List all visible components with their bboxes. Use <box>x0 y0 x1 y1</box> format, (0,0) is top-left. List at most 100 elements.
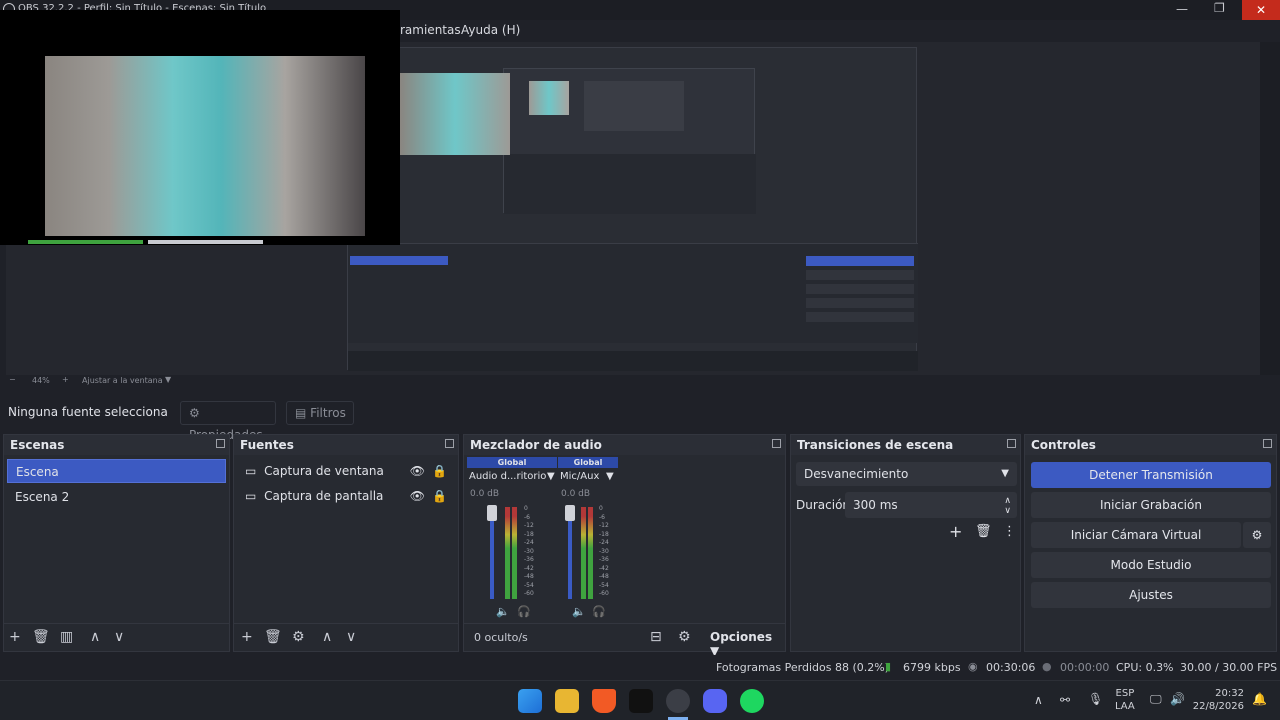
start-vcam-button[interactable]: Iniciar Cámara Virtual <box>1031 522 1241 548</box>
float-icon[interactable] <box>445 439 454 448</box>
microphone-icon[interactable]: 🎙 <box>1088 692 1103 706</box>
gear-icon[interactable]: ⚙ <box>678 629 691 645</box>
chevron-down-icon[interactable]: ▼ <box>165 375 171 384</box>
chevron-down-icon[interactable]: ▼ <box>547 471 555 482</box>
audio-meter <box>581 507 586 599</box>
volume-slider-handle[interactable] <box>565 505 575 521</box>
menu-tools[interactable]: ramientas <box>400 23 461 37</box>
zoom-in-button[interactable]: + <box>62 375 69 384</box>
brave-browser-icon[interactable] <box>592 689 616 713</box>
discord-icon[interactable] <box>703 689 727 713</box>
chevron-up-icon[interactable]: ∧ <box>322 629 332 645</box>
headphones-icon[interactable]: 🎧 <box>592 605 606 618</box>
settings-button[interactable]: Ajustes <box>1031 582 1271 608</box>
add-icon[interactable]: + <box>241 629 253 645</box>
chevron-down-icon[interactable]: ▼ <box>606 471 614 482</box>
zoom-fit-select[interactable]: Ajustar a la ventana <box>82 376 163 385</box>
notification-bell-icon[interactable]: 🔔 <box>1252 692 1267 706</box>
source-item[interactable]: ▭ Captura de pantalla 👁 🔒 <box>237 484 455 508</box>
mixer-channel: Global Mic/Aux ▼ 0.0 dB 0 -6 -12 -18 -24 -30-… <box>558 457 618 618</box>
properties-button[interactable]: ⚙ Propiedades <box>180 401 276 442</box>
lock-icon[interactable]: 🔒 <box>432 484 447 508</box>
audio-meter <box>588 507 593 599</box>
zoom-out-button[interactable]: − <box>9 375 16 384</box>
meter-scale: 0 -6 -12 -18 -24 -30 -36 -42 -48 -54 -60 <box>524 505 534 597</box>
dropped-frames: Fotogramas Perdidos 88 (0.2%) <box>716 661 889 674</box>
webcam-overlay <box>0 10 400 245</box>
transition-select[interactable]: Desvanecimiento ▼ <box>796 462 1017 486</box>
taskbar: ∧ ⚯ 🎙 ESP LAA 🖵 🔊 20:32 22/8/2026 🔔 <box>0 680 1280 720</box>
headphones-icon[interactable]: 🎧 <box>517 605 531 618</box>
layout-icon[interactable]: ⊟ <box>650 629 662 645</box>
transitions-title: Transiciones de escena <box>791 435 1020 455</box>
mixer-dock: Mezclador de audio Global Audio d...rito… <box>463 434 786 658</box>
clock[interactable]: 20:32 22/8/2026 <box>1190 687 1244 713</box>
volume-slider-handle[interactable] <box>487 505 497 521</box>
network-icon[interactable]: ⚯ <box>1060 693 1070 707</box>
chevron-up-icon[interactable]: ∧ <box>1034 693 1043 707</box>
chevron-up-icon[interactable]: ∧ <box>90 629 100 645</box>
trash-icon[interactable]: 🗑 <box>264 629 282 645</box>
record-icon: ● <box>1042 660 1052 673</box>
source-item[interactable]: ▭ Captura de ventana 👁 🔒 <box>237 459 455 483</box>
chevron-down-icon[interactable]: ∨ <box>1004 498 1011 524</box>
clock-time: 20:32 <box>1215 688 1244 699</box>
scene-item[interactable]: Escena 2 <box>7 485 226 509</box>
more-icon[interactable]: ⋮ <box>1003 524 1016 539</box>
windows-start-icon[interactable] <box>518 689 542 713</box>
microphone-icon[interactable]: 🔈 <box>572 605 586 618</box>
stream-icon: ◉ <box>968 660 978 673</box>
float-icon[interactable] <box>216 439 225 448</box>
close-button[interactable]: ✕ <box>1242 0 1280 20</box>
trash-icon[interactable]: 🗑 <box>32 629 50 645</box>
add-icon[interactable]: + <box>949 522 962 541</box>
speaker-icon[interactable]: 🔈 <box>496 605 510 618</box>
language-indicator[interactable]: ESP LAA <box>1115 687 1135 713</box>
scenes-toolbar: + 🗑 ▥ ∧ ∨ <box>4 623 229 651</box>
no-source-label: Ninguna fuente selecciona <box>8 405 168 419</box>
restore-button[interactable]: ❐ <box>1214 1 1225 15</box>
preview-canvas[interactable] <box>347 47 918 371</box>
channel-name[interactable]: Audio d...ritorio <box>469 471 546 482</box>
spotify-icon[interactable] <box>740 689 764 713</box>
chevron-down-icon[interactable]: ∨ <box>346 629 356 645</box>
stop-stream-button[interactable]: Detener Transmisión <box>1031 462 1271 488</box>
controls-dock: Controles Detener Transmisión Iniciar Gr… <box>1024 434 1277 652</box>
filter-icon[interactable]: ▥ <box>60 629 73 645</box>
obs-icon[interactable] <box>666 689 690 713</box>
mixer-title: Mezclador de audio <box>464 435 785 455</box>
eye-icon[interactable]: 👁 <box>410 459 425 483</box>
scene-item[interactable]: Escena <box>7 459 226 483</box>
gear-icon: ⚙ <box>189 406 200 420</box>
float-icon[interactable] <box>1263 439 1272 448</box>
duration-spinbox[interactable]: 300 ms ∧ ∨ <box>845 492 1017 518</box>
volume-icon[interactable]: 🔊 <box>1170 692 1185 706</box>
menu-help[interactable]: Ayuda (H) <box>461 23 520 37</box>
float-icon[interactable] <box>772 439 781 448</box>
add-icon[interactable]: + <box>9 629 21 645</box>
chevron-down-icon[interactable]: ∨ <box>114 629 124 645</box>
options-label: Opciones <box>710 630 773 644</box>
preview-scrollbar[interactable] <box>1260 42 1280 375</box>
file-explorer-icon[interactable] <box>555 689 579 713</box>
lock-icon[interactable]: 🔒 <box>432 459 447 483</box>
studio-mode-button[interactable]: Modo Estudio <box>1031 552 1271 578</box>
scenes-dock: Escenas Escena Escena 2 + 🗑 ▥ ∧ ∨ <box>3 434 230 652</box>
channel-name[interactable]: Mic/Aux <box>560 471 599 482</box>
sources-toolbar: + 🗑 ⚙ ∧ ∨ <box>234 623 458 651</box>
options-button[interactable]: Opciones ▼ <box>710 630 785 658</box>
display-icon[interactable]: 🖵 <box>1150 692 1162 707</box>
inner-btn <box>806 270 914 280</box>
start-record-button[interactable]: Iniciar Grabación <box>1031 492 1271 518</box>
eye-icon[interactable]: 👁 <box>410 484 425 508</box>
filters-button[interactable]: ▤ Filtros <box>286 401 354 425</box>
gear-icon[interactable]: ⚙ <box>292 629 305 645</box>
vcam-settings-button[interactable]: ⚙ <box>1243 522 1271 548</box>
trash-icon[interactable]: 🗑 <box>975 524 992 539</box>
float-icon[interactable] <box>1007 439 1016 448</box>
tiktok-icon[interactable] <box>629 689 653 713</box>
window-icon: ▭ <box>245 464 257 478</box>
webcam-feed <box>45 56 365 236</box>
minimize-button[interactable]: — <box>1176 2 1188 16</box>
clock-date: 22/8/2026 <box>1192 701 1244 712</box>
